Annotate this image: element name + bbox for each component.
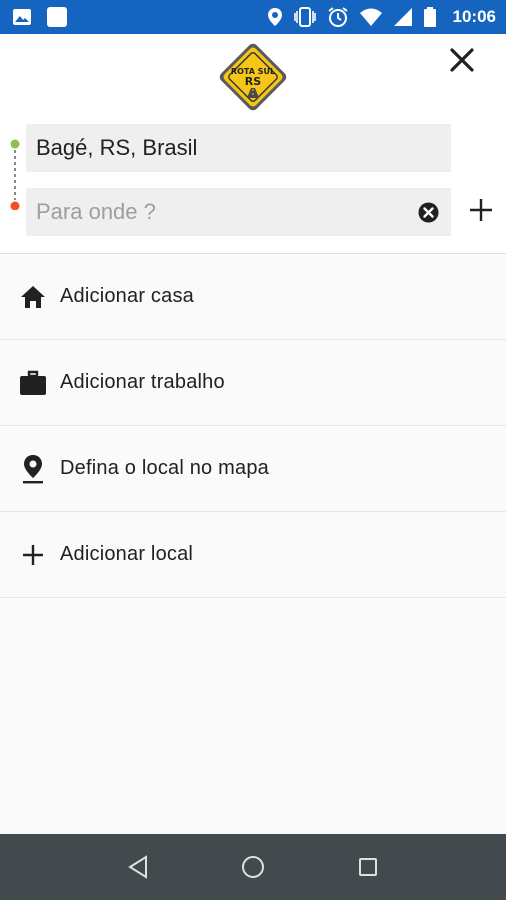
status-left (12, 6, 68, 28)
wifi-icon (359, 7, 383, 27)
recents-button[interactable] (344, 843, 392, 891)
close-button[interactable] (444, 42, 480, 78)
location-icon (267, 7, 283, 27)
list-item-set-on-map[interactable]: Defina o local no mapa (0, 426, 506, 512)
status-right: 10:06 (267, 6, 496, 28)
list-item-add-home[interactable]: Adicionar casa (0, 254, 506, 340)
map-pin-icon (0, 454, 60, 484)
home-icon (0, 285, 60, 309)
clear-icon[interactable] (418, 202, 439, 223)
list-item-add-place[interactable]: Adicionar local (0, 512, 506, 598)
alarm-icon (327, 6, 349, 28)
list-item-label: Adicionar trabalho (60, 371, 225, 393)
route-header: ROTA SUL RS Bagé, RS, Brasil (0, 34, 506, 254)
list-item-label: Adicionar casa (60, 285, 194, 307)
battery-icon (423, 6, 437, 28)
briefcase-icon (0, 370, 60, 396)
svg-text:RS: RS (245, 75, 261, 88)
signal-icon (393, 7, 413, 27)
back-icon (127, 855, 147, 879)
plus-icon (0, 543, 60, 567)
origin-field[interactable]: Bagé, RS, Brasil (26, 124, 451, 172)
plus-icon (470, 199, 492, 221)
recents-icon (359, 858, 378, 876)
list-item-label: Adicionar local (60, 543, 194, 565)
app-icon (46, 6, 68, 28)
saved-places-list: Adicionar casa Adicionar trabalho Defina… (0, 254, 506, 598)
close-icon (450, 48, 474, 72)
route-connector (10, 139, 20, 210)
list-item-add-work[interactable]: Adicionar trabalho (0, 340, 506, 426)
rota-sul-rs-logo: ROTA SUL RS (214, 38, 292, 116)
status-time: 10:06 (452, 7, 496, 26)
image-icon (12, 7, 32, 27)
list-item-label: Defina o local no mapa (60, 457, 269, 479)
back-button[interactable] (114, 843, 162, 891)
system-nav-bar (0, 834, 506, 900)
home-circle-icon (241, 856, 264, 878)
destination-input[interactable] (36, 199, 396, 225)
status-bar: 10:06 (0, 0, 506, 34)
destination-field-container (26, 188, 451, 236)
vibrate-icon (293, 7, 317, 27)
home-button[interactable] (229, 843, 277, 891)
add-stop-button[interactable] (464, 193, 498, 227)
origin-value: Bagé, RS, Brasil (36, 135, 198, 160)
